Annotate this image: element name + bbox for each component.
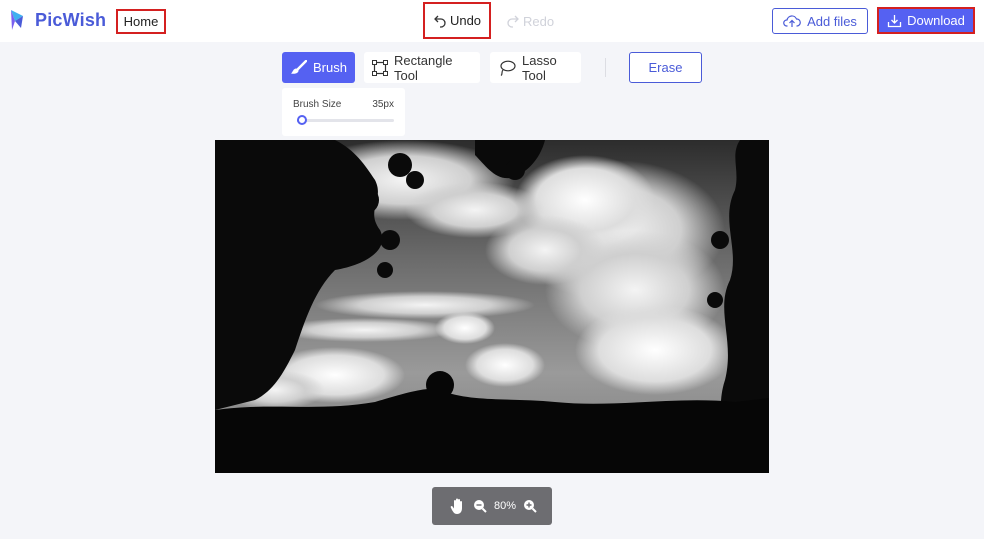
hand-icon[interactable] <box>450 497 466 515</box>
download-icon <box>887 14 902 28</box>
home-button[interactable]: Home <box>116 9 166 34</box>
rectangle-tool-label: Rectangle Tool <box>394 52 453 83</box>
image-canvas[interactable] <box>215 140 769 473</box>
brush-size-panel: Brush Size 35px <box>282 88 405 136</box>
download-label: Download <box>907 13 965 28</box>
undo-button[interactable]: Undo <box>423 2 491 39</box>
brush-size-value: 35px <box>372 99 394 110</box>
brush-icon <box>290 60 307 75</box>
logo[interactable]: PicWish <box>9 8 106 32</box>
top-header: PicWish Home Undo Redo Add files Downloa… <box>0 0 984 42</box>
add-files-button[interactable]: Add files <box>772 8 868 34</box>
brush-size-slider-handle[interactable] <box>296 115 307 125</box>
brush-size-label: Brush Size <box>293 99 342 110</box>
brush-tool-label: Brush <box>313 60 347 75</box>
brush-size-slider-track[interactable] <box>297 119 394 122</box>
zoom-in-icon[interactable] <box>523 499 537 513</box>
landscape-photo <box>215 140 769 473</box>
undo-label: Undo <box>449 13 482 28</box>
logo-text: PicWish <box>35 9 107 30</box>
rectangle-tool-button[interactable]: Rectangle Tool <box>364 52 480 83</box>
lasso-tool-label: Lasso Tool <box>522 52 557 83</box>
redo-button[interactable]: Redo <box>506 10 554 32</box>
download-button[interactable]: Download <box>877 7 975 34</box>
brush-tool-button[interactable]: Brush <box>282 52 355 83</box>
zoom-out-icon[interactable] <box>473 499 487 513</box>
redo-label: Redo <box>523 13 555 29</box>
redo-icon <box>506 14 520 28</box>
erase-button[interactable]: Erase <box>629 52 702 83</box>
undo-icon <box>433 14 447 28</box>
zoom-level: 80% <box>494 500 517 512</box>
add-files-label: Add files <box>807 13 857 29</box>
lasso-icon <box>498 60 516 76</box>
cloud-upload-icon <box>783 14 801 28</box>
picwish-logo-icon <box>9 8 31 32</box>
rectangle-select-icon <box>372 59 388 76</box>
lasso-tool-button[interactable]: Lasso Tool <box>490 52 581 83</box>
toolbar-divider <box>605 58 606 77</box>
zoom-controls: 80% <box>432 487 552 525</box>
